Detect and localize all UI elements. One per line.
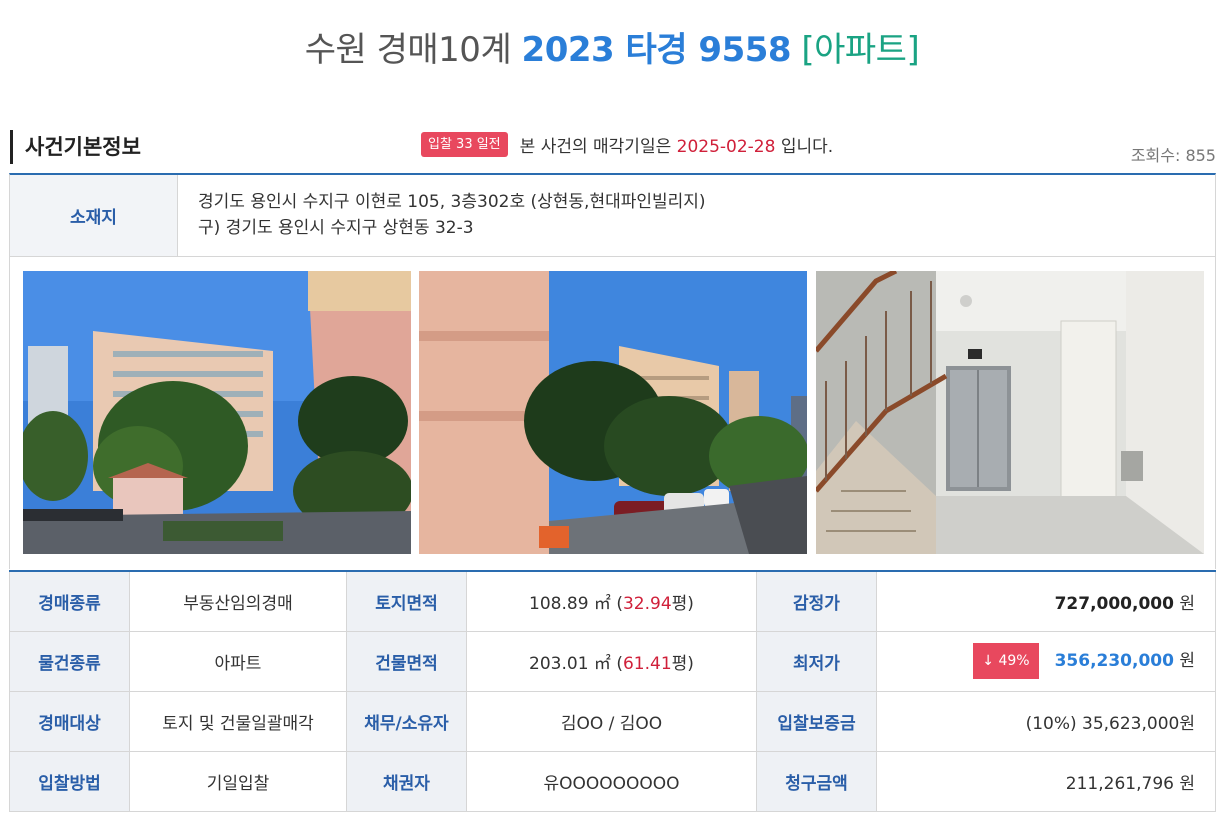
land-area-sqm: 108.89 ㎡ (: [529, 593, 623, 614]
location-value: 경기도 용인시 수지구 이현로 105, 3층302호 (상현동,현대파인빌리지…: [178, 175, 726, 256]
case-info-table: 경매종류 부동산임의경매 토지면적 108.89 ㎡ (32.94평) 감정가 …: [9, 570, 1216, 812]
pyeong-unit: 평): [671, 653, 694, 674]
property-photo-3[interactable]: [816, 271, 1204, 554]
appraisal-value: 727,000,000 원: [876, 570, 1216, 632]
table-row: 경매대상 토지 및 건물일괄매각 채무/소유자 김OO / 김OO 입찰보증금 …: [9, 690, 1216, 752]
auction-target-label: 경매대상: [9, 690, 130, 752]
property-photo-2[interactable]: [419, 271, 807, 554]
notice-message: 본 사건의 매각기일은 2025-02-28 입니다.: [520, 132, 834, 157]
section-header: 사건기본정보: [10, 130, 141, 164]
claim-amount-label: 청구금액: [756, 750, 877, 812]
min-price-value: ↓ 49% 356,230,000 원: [876, 630, 1216, 692]
debtor-owner-label: 채무/소유자: [346, 690, 467, 752]
min-price-label: 최저가: [756, 630, 877, 692]
case-number: 2023 타경 9558: [521, 30, 792, 70]
building-area-pyeong: 61.41: [622, 653, 672, 674]
property-type: [아파트]: [801, 30, 920, 70]
photo-gallery: [9, 257, 1216, 569]
min-price-amount: 356,230,000: [1054, 651, 1174, 671]
land-area-pyeong: 32.94: [622, 593, 672, 614]
building-area-value: 203.01 ㎡ (61.41평): [466, 630, 757, 692]
auction-target-value: 토지 및 건물일괄매각: [129, 690, 347, 752]
property-kind-label: 물건종류: [9, 630, 130, 692]
auction-kind-value: 부동산임의경매: [129, 570, 347, 632]
debtor-owner-value: 김OO / 김OO: [466, 690, 757, 752]
section-title: 사건기본정보: [25, 135, 141, 159]
deposit-label: 입찰보증금: [756, 690, 877, 752]
notice-prefix: 본 사건의 매각기일은: [519, 136, 672, 157]
creditor-value: 유OOOOOOOOO: [466, 750, 757, 812]
deposit-value: (10%) 35,623,000원: [876, 690, 1216, 752]
pyeong-unit: 평): [671, 593, 694, 614]
property-photo-1[interactable]: [23, 271, 411, 554]
road-address: 경기도 용인시 수지구 이현로 105, 3층302호 (상현동,현대파인빌리지…: [198, 192, 706, 212]
appraisal-label: 감정가: [756, 570, 877, 632]
land-area-label: 토지면적: [346, 570, 467, 632]
old-address: 구) 경기도 용인시 수지구 상현동 32-3: [198, 218, 474, 238]
location-label: 소재지: [10, 175, 178, 256]
won-unit: 원: [1173, 651, 1195, 671]
location-row: 소재지 경기도 용인시 수지구 이현로 105, 3층302호 (상현동,현대파…: [9, 173, 1216, 257]
bid-method-label: 입찰방법: [9, 750, 130, 812]
building-area-sqm: 203.01 ㎡ (: [529, 653, 623, 674]
property-kind-value: 아파트: [129, 630, 347, 692]
days-left-badge: 입찰 33 일전: [421, 131, 508, 157]
page-title: 수원 경매10계 2023 타경 9558 [아파트]: [0, 28, 1224, 72]
table-row: 경매종류 부동산임의경매 토지면적 108.89 ㎡ (32.94평) 감정가 …: [9, 570, 1216, 632]
view-count: 조회수: 855: [1130, 146, 1216, 165]
table-row: 물건종류 아파트 건물면적 203.01 ㎡ (61.41평) 최저가 ↓ 49…: [9, 630, 1216, 692]
auction-kind-label: 경매종류: [9, 570, 130, 632]
bid-method-value: 기일입찰: [129, 750, 347, 812]
notice-suffix: 입니다.: [780, 136, 834, 157]
table-row: 입찰방법 기일입찰 채권자 유OOOOOOOOO 청구금액 211,261,79…: [9, 750, 1216, 812]
creditor-label: 채권자: [346, 750, 467, 812]
claim-amount-value: 211,261,796 원: [876, 750, 1216, 812]
won-unit: 원: [1173, 593, 1195, 614]
sale-notice: 입찰 33 일전 본 사건의 매각기일은 2025-02-28 입니다.: [421, 131, 833, 157]
land-area-value: 108.89 ㎡ (32.94평): [466, 570, 757, 632]
sale-date: 2025-02-28: [676, 136, 776, 157]
court-name: 수원 경매10계: [304, 30, 512, 70]
appraisal-amount: 727,000,000: [1054, 593, 1174, 614]
building-area-label: 건물면적: [346, 630, 467, 692]
price-drop-badge: ↓ 49%: [973, 643, 1039, 679]
